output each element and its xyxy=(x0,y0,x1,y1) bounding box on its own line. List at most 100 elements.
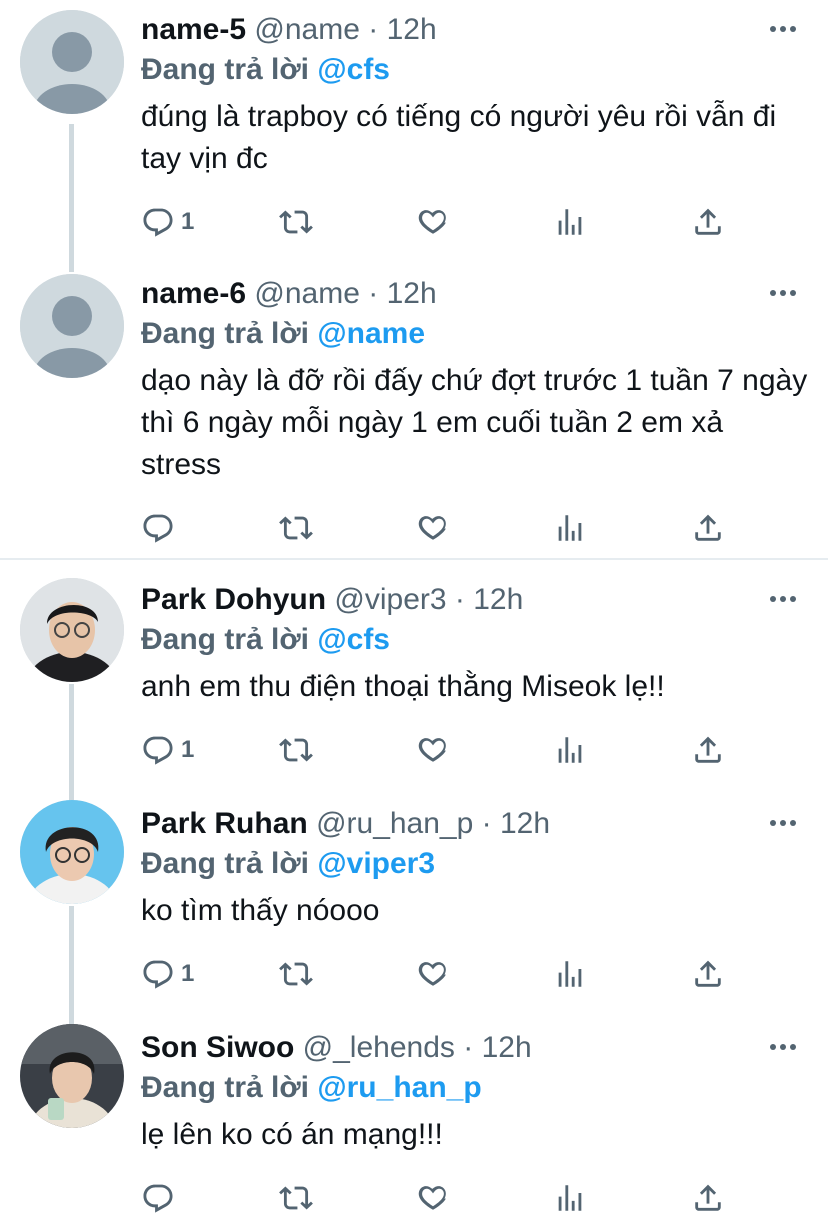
reply-button[interactable]: 1 xyxy=(141,954,194,994)
reply-to-handle[interactable]: @cfs xyxy=(317,53,390,86)
timestamp[interactable]: 12h xyxy=(387,13,437,46)
retweet-icon xyxy=(279,1186,313,1210)
retweet-button[interactable] xyxy=(279,730,313,770)
analytics-icon xyxy=(558,961,582,987)
analytics-button[interactable] xyxy=(553,954,587,994)
tweet-header: Park Dohyun @viper3 · 12h xyxy=(141,582,523,618)
reply-icon xyxy=(143,514,173,543)
share-icon xyxy=(695,1184,721,1211)
like-button[interactable] xyxy=(416,508,450,548)
reply-to-handle[interactable]: @viper3 xyxy=(317,847,435,880)
analytics-icon xyxy=(558,737,582,763)
share-button[interactable] xyxy=(691,508,725,548)
heart-icon xyxy=(418,1186,446,1210)
display-name[interactable]: name-6 xyxy=(141,277,246,310)
tweet-text: ko tìm thấy nóooo xyxy=(141,894,380,927)
reply-icon xyxy=(143,1184,173,1213)
heart-icon xyxy=(418,962,446,986)
share-icon xyxy=(695,208,721,235)
handle[interactable]: @name xyxy=(254,277,360,310)
display-name[interactable]: Park Ruhan xyxy=(141,807,308,840)
heart-icon xyxy=(418,738,446,762)
avatar[interactable] xyxy=(20,10,124,114)
like-button[interactable] xyxy=(416,202,450,242)
reply-button[interactable]: 1 xyxy=(141,202,194,242)
separator-dot: · xyxy=(368,13,379,46)
analytics-button[interactable] xyxy=(553,730,587,770)
handle[interactable]: @name xyxy=(254,13,360,46)
more-options-icon[interactable] xyxy=(768,288,798,298)
heart-icon xyxy=(418,516,446,540)
share-button[interactable] xyxy=(691,1178,725,1218)
timestamp[interactable]: 12h xyxy=(387,277,437,310)
tweet[interactable]: Park Dohyun @viper3 · 12h Đang trả lời @… xyxy=(0,570,828,804)
retweet-icon xyxy=(279,738,313,762)
share-icon xyxy=(695,736,721,763)
display-name[interactable]: name-5 xyxy=(141,13,246,46)
retweet-button[interactable] xyxy=(279,954,313,994)
reply-prefix: Đang trả lời xyxy=(141,53,310,86)
handle[interactable]: @ru_han_p xyxy=(316,807,473,840)
separator-dot: · xyxy=(481,807,492,840)
handle[interactable]: @viper3 xyxy=(334,583,446,616)
more-options-icon[interactable] xyxy=(768,24,798,34)
avatar[interactable] xyxy=(20,1024,124,1128)
retweet-button[interactable] xyxy=(279,1178,313,1218)
reply-prefix: Đang trả lời xyxy=(141,623,310,656)
timestamp[interactable]: 12h xyxy=(473,583,523,616)
handle[interactable]: @_lehends xyxy=(303,1031,455,1064)
tweet-header: Park Ruhan @ru_han_p · 12h xyxy=(141,806,550,842)
retweet-button[interactable] xyxy=(279,508,313,548)
tweet-header: Son Siwoo @_lehends · 12h xyxy=(141,1030,532,1066)
display-name[interactable]: Park Dohyun xyxy=(141,583,326,616)
retweet-icon xyxy=(279,516,313,540)
reply-to-handle[interactable]: @name xyxy=(317,317,425,350)
analytics-button[interactable] xyxy=(553,508,587,548)
reply-button[interactable]: 1 xyxy=(141,730,194,770)
reply-count: 1 xyxy=(181,736,195,763)
like-button[interactable] xyxy=(416,1178,450,1218)
like-button[interactable] xyxy=(416,730,450,770)
reply-icon xyxy=(143,960,173,989)
reply-prefix: Đang trả lời xyxy=(141,317,310,350)
display-name[interactable]: Son Siwoo xyxy=(141,1031,294,1064)
tweet[interactable]: name-5 @name · 12h Đang trả lời @cfs đún… xyxy=(0,0,828,272)
avatar[interactable] xyxy=(20,800,124,904)
reply-count: 1 xyxy=(181,208,195,235)
replying-to: Đang trả lời @viper3 xyxy=(141,846,435,882)
tweet[interactable]: Son Siwoo @_lehends · 12h Đang trả lời @… xyxy=(0,1018,828,1228)
avatar[interactable] xyxy=(20,578,124,682)
share-icon xyxy=(695,960,721,987)
thread-line xyxy=(69,906,74,1030)
more-options-icon[interactable] xyxy=(768,818,798,828)
avatar[interactable] xyxy=(20,274,124,378)
more-options-icon[interactable] xyxy=(768,1042,798,1052)
timestamp[interactable]: 12h xyxy=(482,1031,532,1064)
tweet[interactable]: Park Ruhan @ru_han_p · 12h Đang trả lời … xyxy=(0,794,828,1030)
tweet-header: name-6 @name · 12h xyxy=(141,276,437,312)
reply-button[interactable] xyxy=(141,508,181,548)
reply-to-handle[interactable]: @cfs xyxy=(317,623,390,656)
heart-icon xyxy=(418,210,446,234)
share-button[interactable] xyxy=(691,730,725,770)
retweet-icon xyxy=(279,210,313,234)
reply-prefix: Đang trả lời xyxy=(141,1071,310,1104)
retweet-button[interactable] xyxy=(279,202,313,242)
reply-count: 1 xyxy=(181,960,195,987)
share-button[interactable] xyxy=(691,202,725,242)
analytics-button[interactable] xyxy=(553,1178,587,1218)
reply-to-handle[interactable]: @ru_han_p xyxy=(317,1071,481,1104)
tweet-text: anh em thu điện thoại thằng Miseok lẹ!! xyxy=(141,670,665,703)
analytics-icon xyxy=(558,515,582,541)
like-button[interactable] xyxy=(416,954,450,994)
action-bar: 1 xyxy=(141,954,741,994)
reply-button[interactable] xyxy=(141,1178,181,1218)
tweet[interactable]: name-6 @name · 12h Đang trả lời @name dạ… xyxy=(0,264,828,558)
action-bar: 1 xyxy=(141,202,741,242)
share-button[interactable] xyxy=(691,954,725,994)
more-options-icon[interactable] xyxy=(768,594,798,604)
reply-prefix: Đang trả lời xyxy=(141,847,310,880)
timestamp[interactable]: 12h xyxy=(500,807,550,840)
separator-dot: · xyxy=(463,1031,474,1064)
analytics-button[interactable] xyxy=(553,202,587,242)
